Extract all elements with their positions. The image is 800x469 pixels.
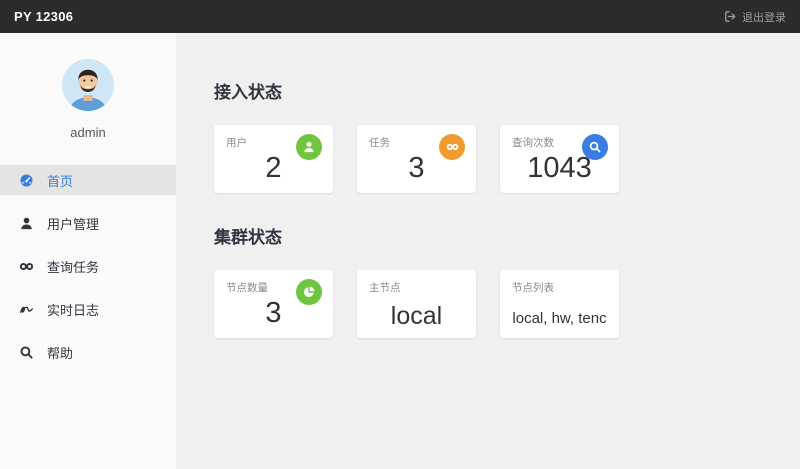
stat-card-node-count: 节点数量 3 xyxy=(214,270,333,338)
main-content: 接入状态 用户 2 任务 3 查询次数 1043 集群状态 节点数量 3 主节点… xyxy=(176,33,800,469)
logout-label: 退出登录 xyxy=(742,11,786,24)
page-layout: admin 首页 用户管理 查询任务 实时日志 帮助 接入状态 用户 2 任务 … xyxy=(0,33,800,469)
infinity-icon xyxy=(19,259,34,274)
stat-card-query-count: 查询次数 1043 xyxy=(500,125,619,193)
logout-button[interactable]: 退出登录 xyxy=(724,9,786,25)
sidebar-menu: 首页 用户管理 查询任务 实时日志 帮助 xyxy=(0,165,176,367)
user-icon xyxy=(19,216,34,231)
stat-card-tasks: 任务 3 xyxy=(357,125,476,193)
stat-card-node-list: 节点列表 local, hw, tenc xyxy=(500,270,619,338)
sidebar-item-users[interactable]: 用户管理 xyxy=(0,208,176,238)
stat-card-master-node: 主节点 local xyxy=(357,270,476,338)
infinity-icon xyxy=(439,134,465,160)
signature-icon xyxy=(19,302,34,317)
sidebar-item-live-logs[interactable]: 实时日志 xyxy=(0,294,176,324)
profile-block: admin xyxy=(0,33,176,140)
sign-out-icon xyxy=(724,10,737,23)
avatar xyxy=(62,59,114,111)
section-title-access-status: 接入状态 xyxy=(214,83,282,102)
stat-card-value: local, hw, tenc xyxy=(512,310,607,327)
stat-card-users: 用户 2 xyxy=(214,125,333,193)
sidebar: admin 首页 用户管理 查询任务 实时日志 帮助 xyxy=(0,33,176,469)
sidebar-item-label: 帮助 xyxy=(47,345,74,361)
sidebar-item-home[interactable]: 首页 xyxy=(0,165,176,195)
sidebar-item-label: 用户管理 xyxy=(47,216,100,232)
search-icon xyxy=(582,134,608,160)
top-bar: PY 12306 退出登录 xyxy=(0,0,800,33)
sidebar-item-label: 首页 xyxy=(47,173,74,189)
section-title-cluster-status: 集群状态 xyxy=(214,228,282,247)
app-title: PY 12306 xyxy=(14,9,74,24)
username: admin xyxy=(70,125,106,140)
dashboard-icon xyxy=(19,173,34,188)
search-icon xyxy=(19,345,34,360)
pie-chart-icon xyxy=(296,279,322,305)
sidebar-item-help[interactable]: 帮助 xyxy=(0,337,176,367)
user-icon xyxy=(296,134,322,160)
access-status-cards: 用户 2 任务 3 查询次数 1043 xyxy=(214,125,800,193)
cluster-status-cards: 节点数量 3 主节点 local 节点列表 local, hw, tenc xyxy=(214,270,800,338)
sidebar-item-label: 实时日志 xyxy=(47,302,100,318)
stat-card-value: local xyxy=(390,302,443,330)
stat-card-label: 节点列表 xyxy=(512,282,554,294)
sidebar-item-query-tasks[interactable]: 查询任务 xyxy=(0,251,176,281)
stat-card-label: 主节点 xyxy=(369,282,401,294)
sidebar-item-label: 查询任务 xyxy=(47,259,100,275)
